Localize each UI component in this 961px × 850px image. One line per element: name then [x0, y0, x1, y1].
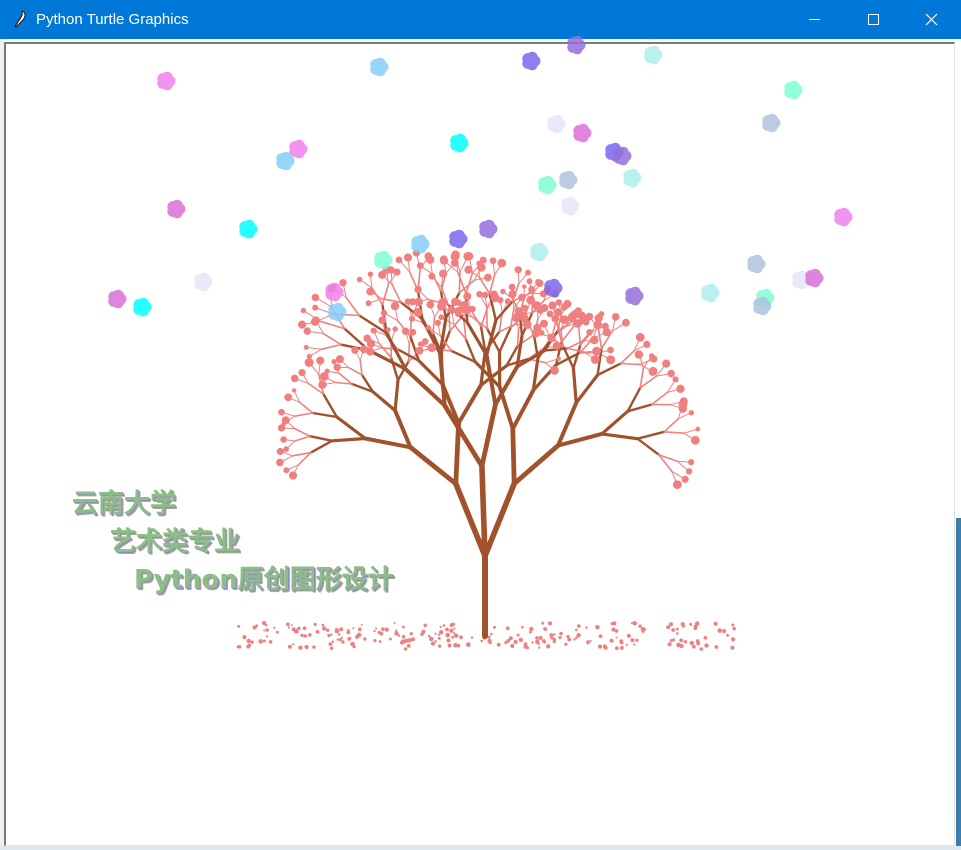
floating-petal	[530, 242, 549, 262]
caption-line-university: 云南大学	[72, 489, 177, 519]
floating-petal	[167, 199, 186, 219]
floating-petal	[157, 71, 176, 91]
floating-petal	[522, 51, 541, 71]
floating-petal	[450, 133, 469, 153]
floating-petal	[573, 123, 592, 143]
floating-petal	[567, 35, 586, 55]
floating-petal	[133, 297, 152, 317]
tree-drawing	[108, 35, 853, 651]
floating-petal	[747, 254, 766, 274]
floating-petal	[613, 146, 632, 166]
floating-petal	[805, 268, 824, 288]
caption-line-major: 艺术类专业	[110, 527, 241, 557]
caption-line-design: Python原创图形设计	[134, 565, 394, 595]
floating-petal	[762, 113, 781, 133]
floating-petal	[370, 57, 389, 77]
floating-petal	[108, 289, 127, 309]
floating-petal	[479, 219, 498, 239]
floating-petal	[561, 196, 580, 216]
floating-petal	[328, 302, 347, 322]
floating-petal	[449, 229, 468, 249]
floating-petal	[701, 283, 720, 303]
floating-petal	[559, 170, 578, 190]
floating-petal	[784, 80, 803, 100]
floating-petal	[538, 175, 557, 195]
floating-petal	[544, 278, 563, 298]
floating-petal	[411, 234, 430, 254]
floating-petal	[623, 168, 642, 188]
floating-petal	[194, 272, 213, 292]
floating-petal	[239, 219, 258, 239]
floating-petal	[644, 45, 663, 65]
floating-petal	[834, 207, 853, 227]
floating-petal	[547, 114, 566, 134]
floating-petal	[289, 139, 308, 159]
floating-petal	[625, 286, 644, 306]
